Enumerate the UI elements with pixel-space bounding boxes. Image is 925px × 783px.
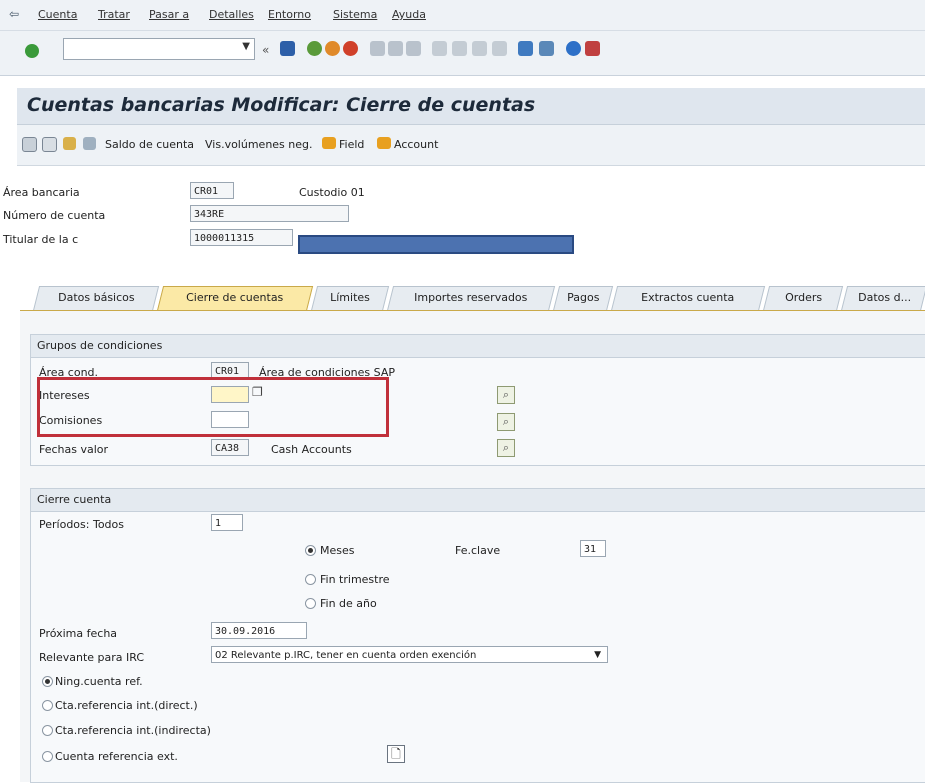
- cuenta-ext-label: Cuenta referencia ext.: [55, 750, 178, 763]
- title-bar: Cuentas bancarias Modificar: Cierre de c…: [17, 88, 925, 125]
- shortcut-icon[interactable]: [539, 41, 554, 56]
- menu-bar: ⇦ Cuenta Tratar Pasar a Detalles Entorno…: [0, 0, 925, 31]
- menu-pasar-a[interactable]: Pasar a: [149, 8, 189, 21]
- help-icon[interactable]: [566, 41, 581, 56]
- menu-cuenta[interactable]: Cuenta: [38, 8, 77, 21]
- ning-cuenta-label: Ning.cuenta ref.: [55, 675, 143, 688]
- chevron-down-icon[interactable]: ▼: [594, 647, 601, 664]
- area-bancaria-text: Custodio 01: [299, 186, 365, 199]
- menu-detalles[interactable]: Detalles: [209, 8, 254, 21]
- next-page-icon[interactable]: [472, 41, 487, 56]
- display-change-icon[interactable]: [22, 137, 37, 152]
- titular-field: 1000011315: [190, 229, 293, 246]
- field-icon: [322, 137, 336, 149]
- feclave-label: Fe.clave: [455, 544, 501, 557]
- tab-datos-d[interactable]: Datos d...: [840, 286, 925, 311]
- redaction-bar: [298, 235, 574, 254]
- new-session-icon[interactable]: [518, 41, 533, 56]
- irc-select[interactable]: 02 Relevante p.IRC, tener en cuenta orde…: [211, 646, 608, 663]
- tab-datos-basicos[interactable]: Datos básicos: [32, 286, 160, 311]
- menu-tratar[interactable]: Tratar: [98, 8, 130, 21]
- system-toolbar: ▼ «: [0, 31, 925, 76]
- feclave-input[interactable]: 31: [580, 540, 606, 557]
- ning-cuenta-radio[interactable]: [42, 676, 53, 687]
- field-button[interactable]: Field: [339, 138, 364, 151]
- irc-label: Relevante para IRC: [39, 651, 145, 664]
- tab-pagos[interactable]: Pagos: [552, 286, 614, 311]
- irc-value: 02 Relevante p.IRC, tener en cuenta orde…: [215, 650, 477, 661]
- back-icon[interactable]: [307, 41, 322, 56]
- document-icon[interactable]: 🗋: [387, 745, 405, 763]
- print-icon[interactable]: [370, 41, 385, 56]
- last-page-icon[interactable]: [492, 41, 507, 56]
- find-next-icon[interactable]: [406, 41, 421, 56]
- enter-icon[interactable]: [25, 44, 39, 58]
- area-bancaria-label: Área bancaria: [3, 186, 80, 199]
- meses-radio[interactable]: [305, 545, 316, 556]
- tab-orders[interactable]: Orders: [762, 286, 844, 311]
- fin-trimestre-radio[interactable]: [305, 574, 316, 585]
- copy-icon[interactable]: [83, 137, 96, 150]
- save-icon[interactable]: [280, 41, 295, 56]
- grupos-heading: Grupos de condiciones: [37, 339, 163, 352]
- volumenes-button[interactable]: Vis.volúmenes neg.: [205, 138, 313, 151]
- menu-entorno[interactable]: Entorno: [268, 8, 311, 21]
- account-button[interactable]: Account: [394, 138, 438, 151]
- proxima-fecha-input[interactable]: 30.09.2016: [211, 622, 307, 639]
- account-icon: [377, 137, 391, 149]
- first-page-icon[interactable]: [432, 41, 447, 56]
- other-icon[interactable]: [63, 137, 76, 150]
- cierre-heading: Cierre cuenta: [37, 493, 112, 506]
- cuenta-ext-radio[interactable]: [42, 751, 53, 762]
- tab-importes-reservados[interactable]: Importes reservados: [386, 286, 556, 311]
- menu-exit-icon[interactable]: ⇦: [9, 7, 19, 21]
- fin-anio-label: Fin de año: [320, 597, 377, 610]
- fin-anio-radio[interactable]: [305, 598, 316, 609]
- create-icon[interactable]: [42, 137, 57, 152]
- area-bancaria-field: CR01: [190, 182, 234, 199]
- cta-indirect-label: Cta.referencia int.(indirecta): [55, 724, 211, 737]
- meses-label: Meses: [320, 544, 355, 557]
- cta-indirect-radio[interactable]: [42, 725, 53, 736]
- titular-label: Titular de la c: [3, 233, 79, 246]
- menu-ayuda[interactable]: Ayuda: [392, 8, 426, 21]
- exit-icon[interactable]: [325, 41, 340, 56]
- proxima-fecha-label: Próxima fecha: [39, 627, 118, 640]
- fechas-valor-label: Fechas valor: [39, 443, 109, 456]
- numero-cuenta-label: Número de cuenta: [3, 209, 106, 222]
- cta-direct-radio[interactable]: [42, 700, 53, 711]
- periodos-label: Períodos: Todos: [39, 518, 124, 531]
- tab-cierre-de-cuentas[interactable]: Cierre de cuentas: [156, 286, 314, 311]
- search-icon[interactable]: ⌕: [497, 413, 515, 431]
- group-header: Grupos de condiciones: [31, 335, 925, 358]
- find-icon[interactable]: [388, 41, 403, 56]
- search-icon[interactable]: ⌕: [497, 439, 515, 457]
- command-field[interactable]: ▼: [63, 38, 255, 60]
- cancel-icon[interactable]: [343, 41, 358, 56]
- collapse-icon[interactable]: «: [262, 43, 269, 57]
- saldo-button[interactable]: Saldo de cuenta: [105, 138, 194, 151]
- page-title: Cuentas bancarias Modificar: Cierre de c…: [27, 94, 536, 116]
- tab-strip: Datos básicos Cierre de cuentas Límites …: [0, 280, 925, 311]
- application-toolbar: Saldo de cuenta Vis.volúmenes neg. Field…: [17, 125, 925, 166]
- fechas-valor-field: CA38: [211, 439, 249, 456]
- tab-extractos-cuenta[interactable]: Extractos cuenta: [610, 286, 766, 311]
- chevron-down-icon[interactable]: ▼: [242, 41, 250, 52]
- menu-sistema[interactable]: Sistema: [333, 8, 377, 21]
- numero-cuenta-field: 343RE: [190, 205, 349, 222]
- layout-icon[interactable]: [585, 41, 600, 56]
- periodos-input[interactable]: 1: [211, 514, 243, 531]
- group-header: Cierre cuenta: [31, 489, 925, 512]
- fechas-valor-text: Cash Accounts: [271, 443, 352, 456]
- fin-trimestre-label: Fin trimestre: [320, 573, 390, 586]
- tab-limites[interactable]: Límites: [310, 286, 390, 311]
- prev-page-icon[interactable]: [452, 41, 467, 56]
- highlight-box: [37, 377, 389, 437]
- cta-direct-label: Cta.referencia int.(direct.): [55, 699, 198, 712]
- cierre-cuenta-group: Cierre cuenta: [30, 488, 925, 783]
- search-icon[interactable]: ⌕: [497, 386, 515, 404]
